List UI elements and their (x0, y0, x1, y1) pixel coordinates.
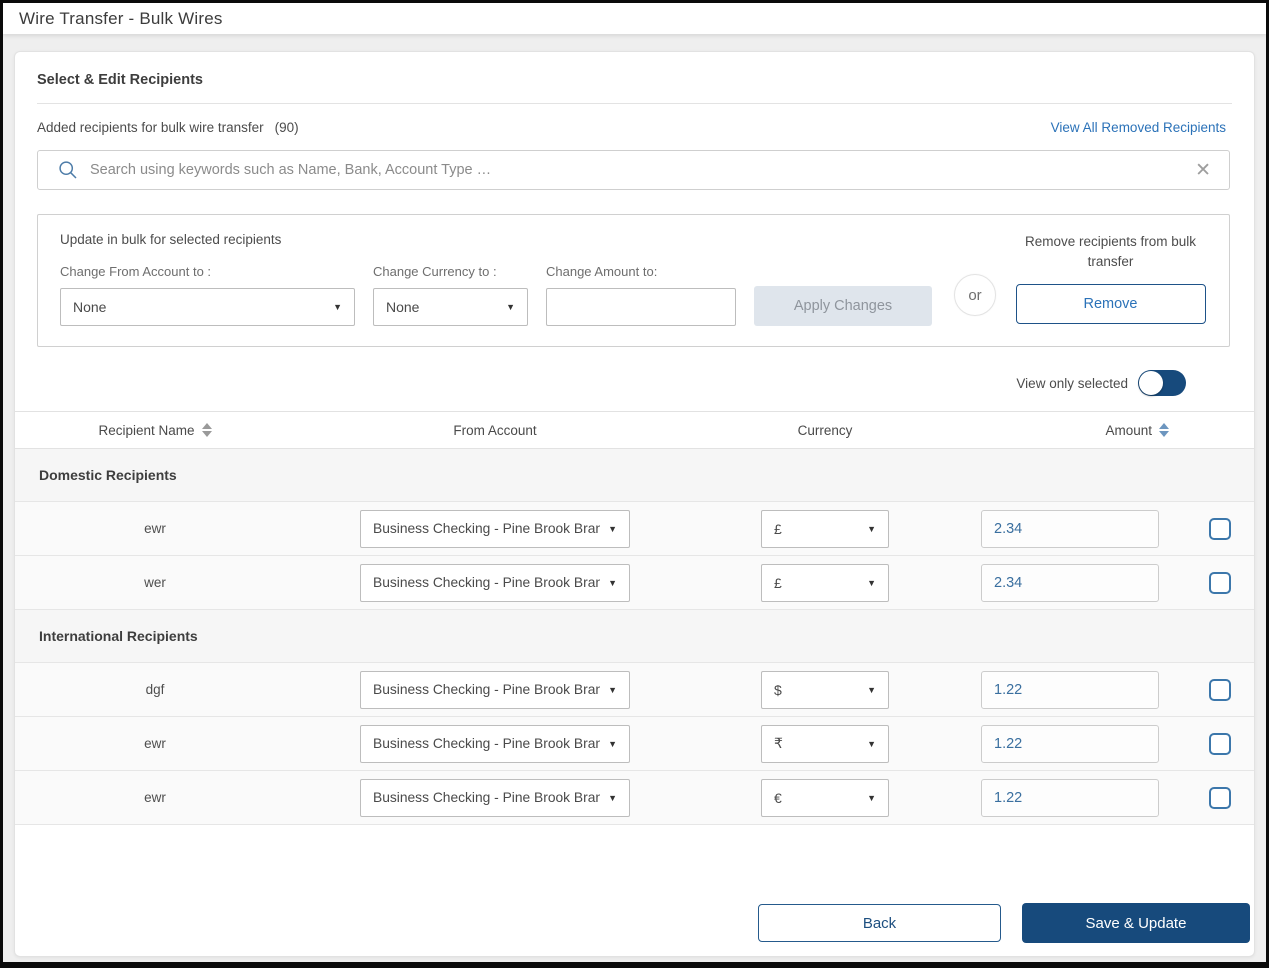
chevron-down-icon: ▼ (867, 792, 876, 803)
section-title: Select & Edit Recipients (37, 72, 203, 88)
currency-select[interactable]: ₹ ▼ (761, 724, 889, 763)
card-header: Select & Edit Recipients (15, 52, 1254, 104)
or-separator: or (954, 274, 996, 316)
amount-input[interactable] (981, 563, 1159, 602)
page-title: Wire Transfer - Bulk Wires (19, 8, 223, 28)
from-account-select[interactable]: Business Checking - Pine Brook Bran ▼ (360, 724, 630, 763)
currency-select[interactable]: $ ▼ (761, 670, 889, 709)
remove-button[interactable]: Remove (1015, 284, 1206, 325)
table-row: dgf Business Checking - Pine Brook Bran … (15, 663, 1254, 717)
search-input[interactable] (90, 162, 1192, 178)
recipient-name: wer (144, 575, 166, 590)
toggle-knob (1139, 371, 1163, 395)
amount-input[interactable] (981, 670, 1159, 709)
remove-recipients-group: Remove recipients from bulk transfer Rem… (1014, 232, 1207, 326)
column-from-account: From Account (453, 422, 537, 438)
column-recipient-name: Recipient Name (98, 422, 195, 438)
table-row: ewr Business Checking - Pine Brook Bran … (15, 502, 1254, 556)
recipients-card: Select & Edit Recipients Added recipient… (14, 51, 1255, 957)
app-window: Wire Transfer - Bulk Wires Select & Edit… (0, 0, 1269, 968)
row-checkbox[interactable] (1208, 732, 1231, 755)
chevron-down-icon: ▼ (867, 684, 876, 695)
view-only-selected-toggle[interactable] (1138, 370, 1186, 396)
table-body: Domestic Recipients ewr Business Checkin… (15, 449, 1254, 825)
from-account-select[interactable]: Business Checking - Pine Brook Bran ▼ (360, 563, 630, 602)
clear-search-icon[interactable]: ✕ (1191, 161, 1215, 180)
chevron-down-icon: ▼ (608, 738, 617, 749)
column-amount: Amount (1105, 422, 1152, 438)
view-only-selected-row: View only selected (15, 347, 1254, 411)
chevron-down-icon: ▼ (608, 523, 617, 534)
chevron-down-icon: ▼ (506, 302, 515, 312)
apply-changes-button[interactable]: Apply Changes (754, 286, 932, 326)
currency-select[interactable]: € ▼ (761, 778, 889, 817)
currency-select[interactable]: £ ▼ (761, 563, 889, 602)
page-body: Select & Edit Recipients Added recipient… (3, 34, 1266, 962)
row-checkbox[interactable] (1208, 678, 1231, 701)
search-box[interactable]: ✕ (37, 150, 1230, 190)
table-row: ewr Business Checking - Pine Brook Bran … (15, 717, 1254, 771)
back-button[interactable]: Back (758, 904, 1001, 942)
chevron-down-icon: ▼ (608, 792, 617, 803)
table-row: ewr Business Checking - Pine Brook Bran … (15, 771, 1254, 825)
change-currency-select[interactable]: None ▼ (373, 288, 528, 326)
change-from-account-label: Change From Account to : (60, 264, 212, 279)
chevron-down-icon: ▼ (867, 577, 876, 588)
change-amount-label: Change Amount to: (546, 264, 658, 279)
row-checkbox[interactable] (1208, 517, 1231, 540)
bulk-update-panel: Update in bulk for selected recipients C… (37, 214, 1230, 347)
currency-select[interactable]: £ ▼ (761, 509, 889, 548)
added-recipients-label: Added recipients for bulk wire transfer (37, 120, 264, 135)
chevron-down-icon: ▼ (333, 302, 342, 312)
from-account-select[interactable]: Business Checking - Pine Brook Bran ▼ (360, 670, 630, 709)
bulk-update-title: Update in bulk for selected recipients (60, 232, 282, 247)
recipient-group-header: International Recipients (15, 610, 1254, 663)
recipient-name: ewr (144, 521, 166, 536)
view-only-selected-label: View only selected (1016, 375, 1128, 391)
from-account-select[interactable]: Business Checking - Pine Brook Bran ▼ (360, 509, 630, 548)
change-from-account-field: Change From Account to : None ▼ (60, 264, 355, 326)
change-from-account-select[interactable]: None ▼ (60, 288, 355, 326)
chevron-down-icon: ▼ (867, 523, 876, 534)
added-recipients-row: Added recipients for bulk wire transfer … (15, 104, 1254, 135)
page-titlebar: Wire Transfer - Bulk Wires (3, 3, 1266, 34)
sort-icon-recipient-name[interactable] (201, 423, 212, 437)
footer-actions: Back Save & Update (15, 891, 1254, 956)
sort-icon-amount[interactable] (1159, 423, 1169, 437)
amount-input[interactable] (981, 509, 1159, 548)
added-recipients-count: (90) (274, 120, 299, 135)
row-checkbox[interactable] (1208, 786, 1231, 809)
save-update-button[interactable]: Save & Update (1022, 903, 1250, 943)
chevron-down-icon: ▼ (608, 684, 617, 695)
recipients-table: Recipient Name From Account Currency Amo… (15, 411, 1254, 825)
change-currency-label: Change Currency to : (373, 264, 497, 279)
change-currency-field: Change Currency to : None ▼ (373, 264, 528, 326)
amount-input[interactable] (981, 778, 1159, 817)
column-currency: Currency (797, 422, 853, 438)
remove-recipients-label: Remove recipients from bulk transfer (1024, 234, 1197, 269)
search-icon (59, 161, 77, 179)
table-header: Recipient Name From Account Currency Amo… (15, 411, 1254, 449)
amount-input[interactable] (981, 724, 1159, 763)
recipient-name: ewr (144, 790, 166, 805)
recipient-group-header: Domestic Recipients (15, 449, 1254, 502)
chevron-down-icon: ▼ (608, 577, 617, 588)
bulk-update-fields: Update in bulk for selected recipients C… (60, 232, 932, 326)
recipient-name: dgf (145, 682, 165, 697)
recipient-name: ewr (144, 736, 166, 751)
row-checkbox[interactable] (1208, 571, 1231, 594)
change-amount-input[interactable] (546, 288, 736, 326)
view-removed-recipients-link[interactable]: View All Removed Recipients (1051, 120, 1226, 135)
from-account-select[interactable]: Business Checking - Pine Brook Bran ▼ (360, 778, 630, 817)
table-row: wer Business Checking - Pine Brook Bran … (15, 556, 1254, 610)
chevron-down-icon: ▼ (867, 738, 876, 749)
change-amount-field: Change Amount to: (546, 264, 736, 326)
